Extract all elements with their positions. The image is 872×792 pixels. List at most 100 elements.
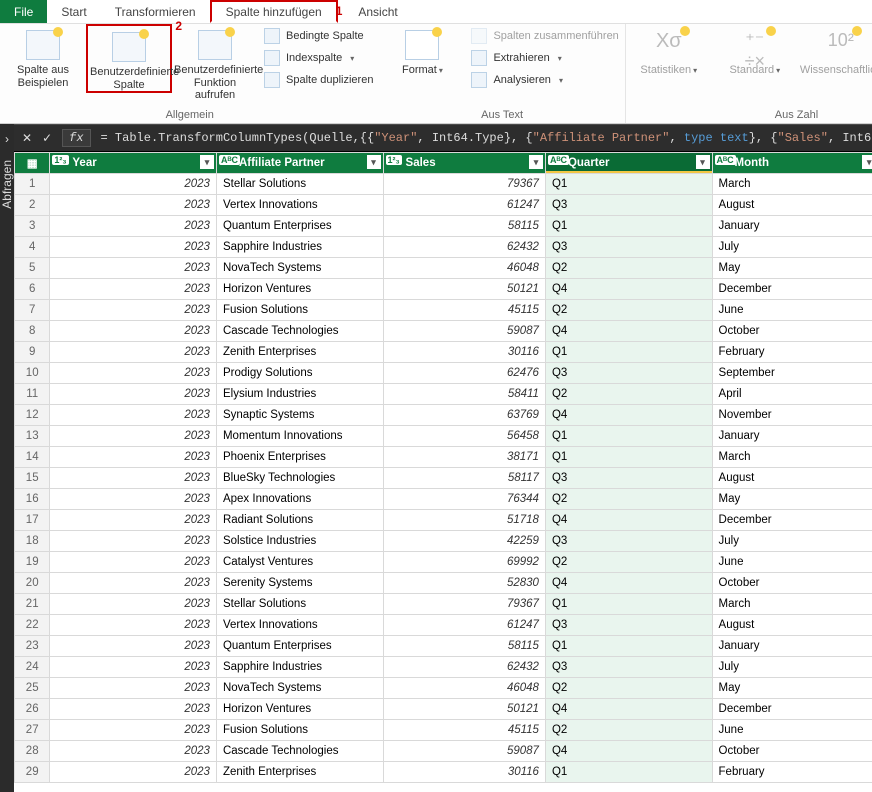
analyze-button[interactable]: Analysieren bbox=[469, 70, 620, 90]
cell-quarter[interactable]: Q2 bbox=[545, 489, 712, 510]
cell-quarter[interactable]: Q3 bbox=[545, 615, 712, 636]
cell-sales[interactable]: 52830 bbox=[383, 573, 545, 594]
table-row[interactable]: 122023Synaptic Systems63769Q4November bbox=[15, 405, 872, 426]
cell-affiliate[interactable]: Zenith Enterprises bbox=[216, 762, 383, 783]
cell-affiliate[interactable]: Zenith Enterprises bbox=[216, 342, 383, 363]
cell-quarter[interactable]: Q4 bbox=[545, 405, 712, 426]
cell-year[interactable]: 2023 bbox=[50, 678, 217, 699]
cell-month[interactable]: June bbox=[712, 300, 872, 321]
cell-sales[interactable]: 46048 bbox=[383, 258, 545, 279]
table-row[interactable]: 102023Prodigy Solutions62476Q3September bbox=[15, 363, 872, 384]
table-row[interactable]: 142023Phoenix Enterprises38171Q1March bbox=[15, 447, 872, 468]
cell-quarter[interactable]: Q2 bbox=[545, 678, 712, 699]
cell-month[interactable]: June bbox=[712, 552, 872, 573]
cell-quarter[interactable]: Q3 bbox=[545, 195, 712, 216]
cell-sales[interactable]: 61247 bbox=[383, 615, 545, 636]
cell-affiliate[interactable]: Phoenix Enterprises bbox=[216, 447, 383, 468]
cell-sales[interactable]: 30116 bbox=[383, 342, 545, 363]
cell-year[interactable]: 2023 bbox=[50, 636, 217, 657]
cell-year[interactable]: 2023 bbox=[50, 300, 217, 321]
cell-sales[interactable]: 46048 bbox=[383, 678, 545, 699]
cell-year[interactable]: 2023 bbox=[50, 699, 217, 720]
table-row[interactable]: 52023NovaTech Systems46048Q2May bbox=[15, 258, 872, 279]
cell-month[interactable]: March bbox=[712, 594, 872, 615]
commit-formula-button[interactable]: ✓ bbox=[42, 131, 52, 146]
cell-affiliate[interactable]: Elysium Industries bbox=[216, 384, 383, 405]
cell-quarter[interactable]: Q1 bbox=[545, 174, 712, 195]
cell-affiliate[interactable]: Serenity Systems bbox=[216, 573, 383, 594]
table-row[interactable]: 132023Momentum Innovations56458Q1January bbox=[15, 426, 872, 447]
cell-sales[interactable]: 58115 bbox=[383, 636, 545, 657]
table-row[interactable]: 162023Apex Innovations76344Q2May bbox=[15, 489, 872, 510]
cell-quarter[interactable]: Q2 bbox=[545, 552, 712, 573]
cell-year[interactable]: 2023 bbox=[50, 342, 217, 363]
chevron-down-icon[interactable]: ▾ bbox=[696, 155, 710, 169]
table-row[interactable]: 42023Sapphire Industries62432Q3July bbox=[15, 237, 872, 258]
cell-affiliate[interactable]: Momentum Innovations bbox=[216, 426, 383, 447]
cell-affiliate[interactable]: BlueSky Technologies bbox=[216, 468, 383, 489]
cell-year[interactable]: 2023 bbox=[50, 468, 217, 489]
table-row[interactable]: 82023Cascade Technologies59087Q4October bbox=[15, 321, 872, 342]
table-row[interactable]: 222023Vertex Innovations61247Q3August bbox=[15, 615, 872, 636]
cell-sales[interactable]: 45115 bbox=[383, 720, 545, 741]
row-header-icon[interactable]: ▦ bbox=[15, 153, 50, 174]
cell-month[interactable]: March bbox=[712, 447, 872, 468]
cell-affiliate[interactable]: Radiant Solutions bbox=[216, 510, 383, 531]
cell-month[interactable]: September bbox=[712, 363, 872, 384]
table-row[interactable]: 262023Horizon Ventures50121Q4December bbox=[15, 699, 872, 720]
cell-affiliate[interactable]: Apex Innovations bbox=[216, 489, 383, 510]
cell-quarter[interactable]: Q2 bbox=[545, 720, 712, 741]
cell-sales[interactable]: 42259 bbox=[383, 531, 545, 552]
cell-quarter[interactable]: Q2 bbox=[545, 384, 712, 405]
standard-button[interactable]: ⁺⁻÷× Standard bbox=[712, 24, 798, 77]
cell-year[interactable]: 2023 bbox=[50, 279, 217, 300]
merge-columns-button[interactable]: Spalten zusammenführen bbox=[469, 26, 620, 46]
cell-quarter[interactable]: Q1 bbox=[545, 426, 712, 447]
table-row[interactable]: 232023Quantum Enterprises58115Q1January bbox=[15, 636, 872, 657]
cell-month[interactable]: October bbox=[712, 321, 872, 342]
tab-view[interactable]: Ansicht bbox=[344, 0, 411, 23]
cell-year[interactable]: 2023 bbox=[50, 447, 217, 468]
cell-sales[interactable]: 69992 bbox=[383, 552, 545, 573]
cell-sales[interactable]: 79367 bbox=[383, 594, 545, 615]
format-button[interactable]: Format bbox=[379, 24, 465, 77]
cell-quarter[interactable]: Q3 bbox=[545, 657, 712, 678]
cell-affiliate[interactable]: Sapphire Industries bbox=[216, 237, 383, 258]
cell-year[interactable]: 2023 bbox=[50, 426, 217, 447]
cell-month[interactable]: June bbox=[712, 720, 872, 741]
cell-month[interactable]: August bbox=[712, 615, 872, 636]
cell-affiliate[interactable]: NovaTech Systems bbox=[216, 258, 383, 279]
chevron-down-icon[interactable]: ▾ bbox=[529, 155, 543, 169]
cell-month[interactable]: March bbox=[712, 174, 872, 195]
cell-affiliate[interactable]: Quantum Enterprises bbox=[216, 636, 383, 657]
cell-month[interactable]: August bbox=[712, 195, 872, 216]
cell-sales[interactable]: 79367 bbox=[383, 174, 545, 195]
cell-sales[interactable]: 63769 bbox=[383, 405, 545, 426]
duplicate-column-button[interactable]: Spalte duplizieren bbox=[262, 70, 375, 90]
formula-text[interactable]: = Table.TransformColumnTypes(Quelle,{{"Y… bbox=[101, 131, 872, 145]
cell-sales[interactable]: 58411 bbox=[383, 384, 545, 405]
cell-year[interactable]: 2023 bbox=[50, 363, 217, 384]
cell-year[interactable]: 2023 bbox=[50, 237, 217, 258]
fx-icon[interactable]: fx bbox=[62, 129, 90, 147]
cell-affiliate[interactable]: Synaptic Systems bbox=[216, 405, 383, 426]
cell-quarter[interactable]: Q4 bbox=[545, 279, 712, 300]
cell-quarter[interactable]: Q4 bbox=[545, 699, 712, 720]
col-sales-header[interactable]: 1²₃Sales▾ bbox=[383, 153, 545, 174]
cell-sales[interactable]: 58115 bbox=[383, 216, 545, 237]
cell-quarter[interactable]: Q2 bbox=[545, 300, 712, 321]
chevron-down-icon[interactable]: ▾ bbox=[862, 155, 872, 169]
cell-year[interactable]: 2023 bbox=[50, 258, 217, 279]
cell-month[interactable]: January bbox=[712, 216, 872, 237]
conditional-column-button[interactable]: Bedingte Spalte bbox=[262, 26, 375, 46]
queries-panel-collapsed[interactable]: › Abfragen bbox=[0, 124, 14, 792]
table-row[interactable]: 92023Zenith Enterprises30116Q1February bbox=[15, 342, 872, 363]
cell-month[interactable]: July bbox=[712, 237, 872, 258]
cell-affiliate[interactable]: Horizon Ventures bbox=[216, 699, 383, 720]
cell-affiliate[interactable]: Fusion Solutions bbox=[216, 720, 383, 741]
cell-sales[interactable]: 62432 bbox=[383, 657, 545, 678]
chevron-down-icon[interactable]: ▾ bbox=[200, 155, 214, 169]
cell-sales[interactable]: 58117 bbox=[383, 468, 545, 489]
col-year-header[interactable]: 1²₃Year▾ bbox=[50, 153, 217, 174]
cell-month[interactable]: February bbox=[712, 762, 872, 783]
